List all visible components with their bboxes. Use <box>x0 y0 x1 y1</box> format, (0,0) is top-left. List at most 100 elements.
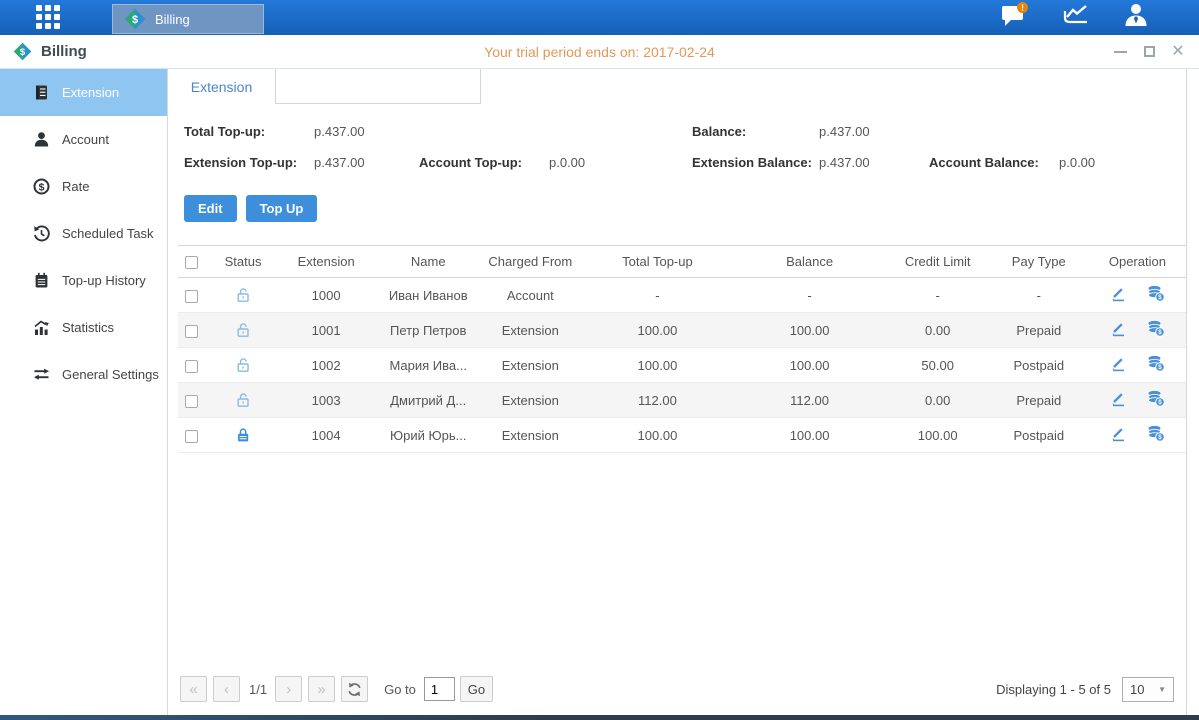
statistics-chart-icon[interactable] <box>1062 3 1090 32</box>
sidebar-item-scheduled-task[interactable]: Scheduled Task <box>0 210 167 257</box>
billing-app-icon: $ <box>13 42 32 61</box>
row-checkbox[interactable] <box>185 325 198 338</box>
first-page-button[interactable]: « <box>180 676 207 702</box>
sidebar-item-label: Account <box>62 132 109 147</box>
apps-grid-icon[interactable] <box>36 5 72 31</box>
tab-strip: Extension <box>168 69 1186 104</box>
prev-page-button[interactable]: ‹ <box>213 676 240 702</box>
sidebar-item-label: Rate <box>62 179 89 194</box>
sidebar-item-topup-history[interactable]: Top-up History <box>0 257 167 304</box>
sidebar-item-rate[interactable]: $ Rate <box>0 163 167 210</box>
sidebar-item-extension[interactable]: Extension <box>0 69 167 116</box>
topup-extension-icon[interactable]: $ <box>1147 390 1165 410</box>
cell-extension: 1002 <box>274 348 378 383</box>
svg-text:$: $ <box>1158 294 1162 301</box>
edit-extension-icon[interactable] <box>1110 320 1127 340</box>
sidebar-item-label: Statistics <box>62 320 114 335</box>
cell-name: Петр Петров <box>378 313 478 348</box>
balance-label: Balance: <box>692 124 819 139</box>
pagination-bar: « ‹ 1/1 › » Go to Go Displaying <box>168 669 1186 715</box>
billing-summary: Total Top-up: p.437.00 Balance: p.437.00… <box>168 104 1186 178</box>
unlocked-icon <box>235 322 251 337</box>
sidebar-item-general-settings[interactable]: General Settings <box>0 351 167 398</box>
topup-extension-icon[interactable]: $ <box>1147 355 1165 375</box>
edit-extension-icon[interactable] <box>1110 390 1127 410</box>
account-topup-value: p.0.00 <box>549 155 692 170</box>
go-button[interactable]: Go <box>460 676 493 702</box>
cell-charged-from: Extension <box>478 418 582 453</box>
column-header: Pay Type <box>989 246 1089 278</box>
topup-history-notepad-icon <box>33 272 50 289</box>
edit-button[interactable]: Edit <box>184 195 237 222</box>
account-balance-label: Account Balance: <box>929 155 1059 170</box>
svg-text:$: $ <box>39 181 45 193</box>
balance-value: p.437.00 <box>819 124 929 139</box>
topbar-tab-billing[interactable]: $ Billing <box>112 4 264 34</box>
total-topup-value: p.437.00 <box>314 124 692 139</box>
next-page-button[interactable]: › <box>275 676 302 702</box>
cell-name: Юрий Юрь... <box>378 418 478 453</box>
select-all-checkbox[interactable] <box>185 256 198 269</box>
page-size-value: 10 <box>1130 682 1144 697</box>
topup-extension-icon[interactable]: $ <box>1147 425 1165 445</box>
cell-credit-limit: 0.00 <box>887 313 989 348</box>
column-header: Operation <box>1089 246 1186 278</box>
row-checkbox[interactable] <box>185 430 198 443</box>
displaying-text: Displaying 1 - 5 of 5 <box>996 682 1111 697</box>
edit-extension-icon[interactable] <box>1110 285 1127 305</box>
svg-text:$: $ <box>1158 434 1162 441</box>
page-indicator: 1/1 <box>249 682 267 697</box>
sidebar: Extension Account $ Rate Scheduled Task <box>0 69 168 715</box>
sidebar-item-account[interactable]: Account <box>0 116 167 163</box>
row-checkbox[interactable] <box>185 290 198 303</box>
cell-total-topup: 100.00 <box>582 418 732 453</box>
unlocked-icon <box>235 287 251 302</box>
close-icon[interactable]: ✕ <box>1171 45 1185 59</box>
cell-name: Иван Иванов <box>378 278 478 313</box>
column-header: Extension <box>274 246 378 278</box>
last-page-button[interactable]: » <box>308 676 335 702</box>
cell-pay-type: - <box>989 278 1089 313</box>
sidebar-item-label: General Settings <box>62 367 159 382</box>
refresh-icon <box>347 682 362 697</box>
goto-label: Go to <box>384 682 416 697</box>
svg-text:$: $ <box>1158 364 1162 371</box>
table-body: 1000 Иван Иванов Account - - - - $ 1001 … <box>178 278 1186 453</box>
tab-extension[interactable]: Extension <box>168 69 276 104</box>
goto-page-input[interactable] <box>424 677 455 701</box>
unlocked-icon <box>235 392 251 407</box>
cell-balance: 112.00 <box>733 383 887 418</box>
edit-extension-icon[interactable] <box>1110 355 1127 375</box>
maximize-icon[interactable] <box>1142 45 1156 59</box>
select-all-header <box>178 246 212 278</box>
edit-extension-icon[interactable] <box>1110 425 1127 445</box>
bottom-strip <box>0 715 1199 720</box>
sidebar-item-statistics[interactable]: Statistics <box>0 304 167 351</box>
topup-extension-icon[interactable]: $ <box>1147 320 1165 340</box>
statistics-bars-icon <box>33 319 50 336</box>
refresh-button[interactable] <box>341 676 368 702</box>
minimize-icon[interactable] <box>1113 45 1127 59</box>
cell-charged-from: Extension <box>478 383 582 418</box>
page-size-select[interactable]: 10 ▼ <box>1122 677 1174 702</box>
top-up-button[interactable]: Top Up <box>246 195 318 222</box>
cell-charged-from: Account <box>478 278 582 313</box>
sidebar-item-label: Extension <box>62 85 119 100</box>
account-person-icon <box>33 131 50 148</box>
account-topup-label: Account Top-up: <box>419 155 549 170</box>
cell-credit-limit: 50.00 <box>887 348 989 383</box>
topup-extension-icon[interactable]: $ <box>1147 285 1165 305</box>
extension-balance-label: Extension Balance: <box>692 155 819 170</box>
topbar: $ Billing ! <box>0 0 1199 35</box>
cell-charged-from: Extension <box>478 313 582 348</box>
row-checkbox[interactable] <box>185 395 198 408</box>
user-icon[interactable] <box>1123 2 1149 33</box>
extension-table: StatusExtensionNameCharged FromTotal Top… <box>178 245 1186 453</box>
column-header: Status <box>212 246 274 278</box>
cell-pay-type: Prepaid <box>989 383 1089 418</box>
row-checkbox[interactable] <box>185 360 198 373</box>
cell-extension: 1003 <box>274 383 378 418</box>
messages-icon[interactable]: ! <box>1001 2 1029 33</box>
cell-credit-limit: 100.00 <box>887 418 989 453</box>
scheduled-task-history-icon <box>33 225 50 242</box>
